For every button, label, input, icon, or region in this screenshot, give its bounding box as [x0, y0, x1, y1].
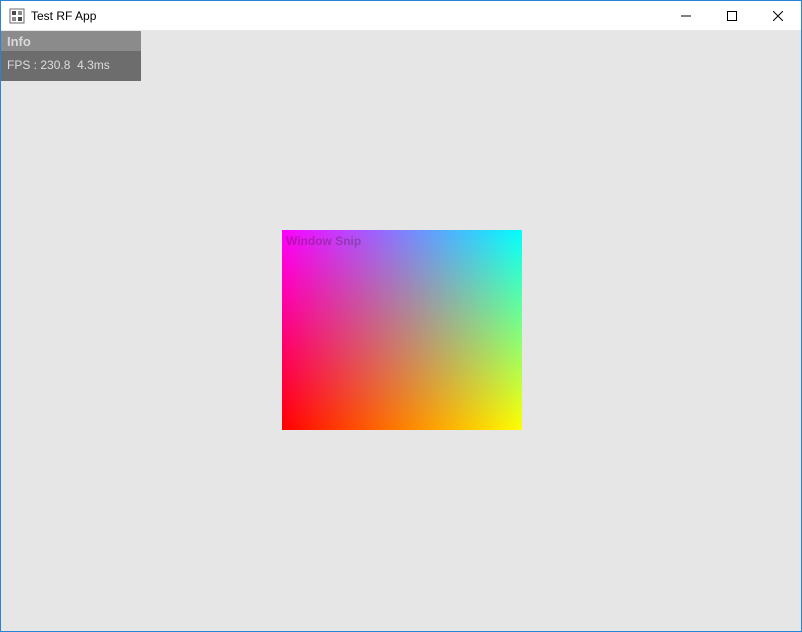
close-button[interactable]: [755, 1, 801, 30]
window-title: Test RF App: [31, 9, 663, 23]
info-panel-title: Info: [7, 34, 31, 49]
info-panel: Info FPS : 230.8 4.3ms: [1, 31, 141, 81]
info-panel-body: FPS : 230.8 4.3ms: [1, 51, 141, 81]
fps-value: 230.8: [40, 58, 70, 72]
fps-label: FPS :: [7, 58, 37, 72]
title-bar[interactable]: Test RF App: [1, 1, 801, 31]
color-gradient-quad: Window Snip: [282, 230, 522, 430]
quad-title: Window Snip: [286, 234, 361, 248]
app-window: Test RF App Info FPS : 230.8 4.3ms: [0, 0, 802, 632]
client-area: Info FPS : 230.8 4.3ms: [1, 31, 801, 631]
frame-time: 4.3ms: [77, 58, 110, 72]
maximize-button[interactable]: [709, 1, 755, 30]
window-controls: [663, 1, 801, 30]
info-panel-header[interactable]: Info: [1, 31, 141, 51]
minimize-button[interactable]: [663, 1, 709, 30]
app-icon: [9, 8, 25, 24]
